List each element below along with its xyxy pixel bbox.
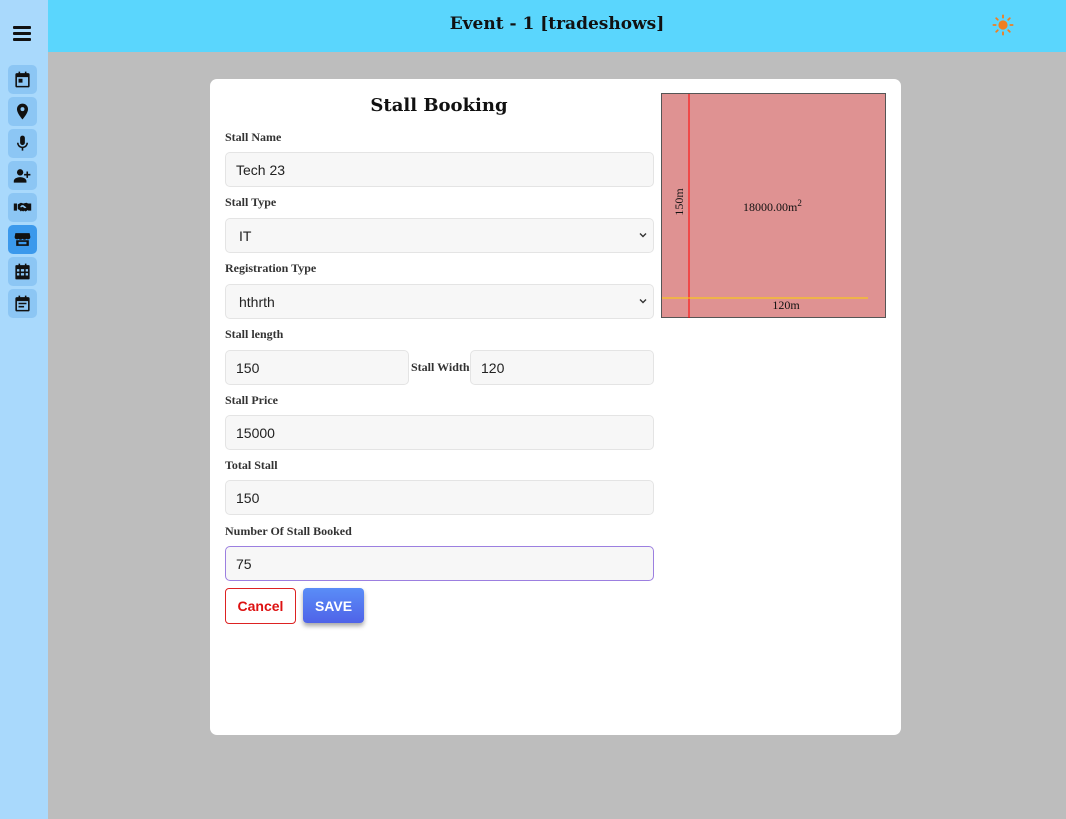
microphone-icon: [16, 135, 29, 151]
page-title: Event - 1 [tradeshows]: [449, 14, 665, 34]
sidebar-item-store[interactable]: [8, 225, 37, 254]
stall-type-value: IT: [239, 227, 252, 244]
handshake-icon: [13, 202, 32, 212]
chevron-down-icon: [639, 299, 647, 304]
stall-diagram: 18000.00m2 150m 120m: [661, 93, 887, 319]
stall-booked-label: Number Of Stall Booked: [225, 524, 352, 538]
top-bar: Event - 1 [tradeshows]: [48, 0, 1066, 52]
width-dimension-label: 120m: [772, 298, 800, 312]
calendar-grid-icon: [15, 263, 30, 280]
total-stall-input[interactable]: 150: [225, 480, 654, 515]
cancel-button[interactable]: Cancel: [225, 588, 296, 624]
stall-length-input[interactable]: 150: [225, 350, 409, 385]
sidebar-item-add-user[interactable]: [8, 161, 37, 190]
stall-width-label: Stall Width: [411, 360, 470, 374]
stall-type-select[interactable]: IT: [225, 218, 654, 253]
sidebar-item-calendar-grid[interactable]: [8, 257, 37, 286]
stall-booked-input[interactable]: 75: [225, 546, 654, 581]
sidebar-item-calendar[interactable]: [8, 65, 37, 94]
add-user-icon: [13, 169, 31, 183]
registration-type-label: Registration Type: [225, 261, 317, 275]
total-stall-value: 150: [236, 489, 260, 506]
form-title: Stall Booking: [370, 95, 508, 116]
total-stall-label: Total Stall: [225, 458, 278, 472]
hamburger-menu-icon[interactable]: [13, 26, 33, 42]
sidebar-item-location[interactable]: [8, 97, 37, 126]
stall-type-label: Stall Type: [225, 195, 277, 209]
stall-length-label: Stall length: [225, 327, 284, 341]
sun-icon[interactable]: [992, 14, 1014, 36]
stall-price-input[interactable]: 15000: [225, 415, 654, 450]
location-pin-icon: [16, 103, 29, 120]
length-dimension-label: 150m: [672, 188, 686, 216]
save-button[interactable]: SAVE: [303, 588, 364, 623]
stall-width-input[interactable]: 120: [470, 350, 654, 385]
area-label: 18000.00m2: [743, 198, 802, 214]
registration-type-value: hthrth: [239, 293, 275, 310]
calendar-event-icon: [15, 71, 30, 88]
stall-name-input[interactable]: Tech 23: [225, 152, 654, 187]
sidebar-item-microphone[interactable]: [8, 129, 37, 158]
stall-length-value: 150: [236, 359, 260, 376]
registration-type-select[interactable]: hthrth: [225, 284, 654, 319]
stall-booking-card: Stall Booking Stall Name Tech 23 Stall T…: [210, 79, 901, 735]
stall-price-label: Stall Price: [225, 393, 278, 407]
stall-price-value: 15000: [236, 424, 275, 441]
stall-booked-value: 75: [236, 555, 252, 572]
sidebar-item-calendar-list[interactable]: [8, 289, 37, 318]
sidebar: [0, 0, 48, 819]
calendar-list-icon: [15, 295, 30, 312]
store-icon: [14, 233, 31, 246]
stall-name-label: Stall Name: [225, 130, 282, 144]
sidebar-item-handshake[interactable]: [8, 193, 37, 222]
stall-name-value: Tech 23: [236, 161, 286, 178]
chevron-down-icon: [639, 233, 647, 238]
stall-width-value: 120: [481, 359, 505, 376]
